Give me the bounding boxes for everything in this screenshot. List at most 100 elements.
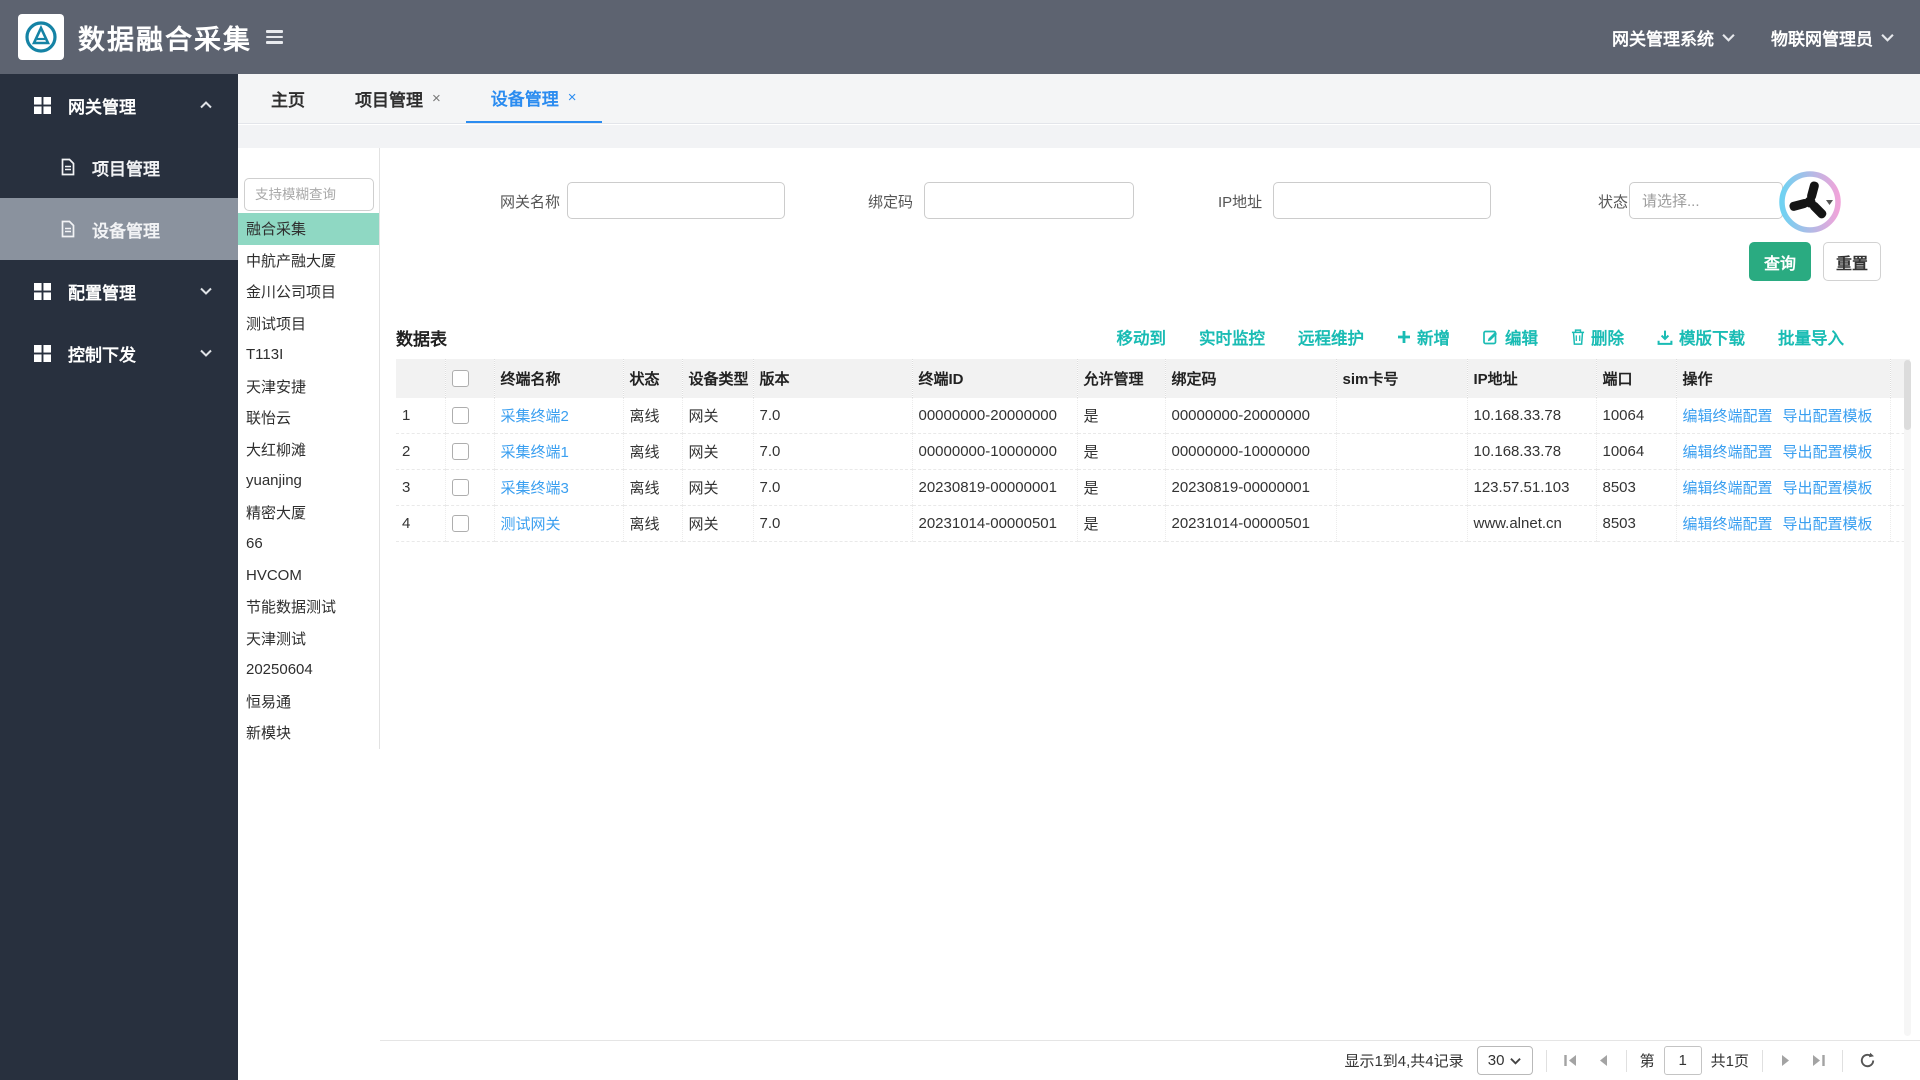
ip-address-input[interactable] <box>1273 182 1491 219</box>
project-list: 融合采集 中航产融大厦 金川公司项目 测试项目 T113I 天津安捷 联怡云 大红柳滩 yuan… <box>238 213 379 749</box>
sidebar-item-label: 项目管理 <box>92 159 160 179</box>
toolbar-edit-button[interactable]: 编辑 <box>1483 325 1538 349</box>
terminal-name-link[interactable]: 采集终端2 <box>501 408 569 425</box>
refresh-button[interactable] <box>1856 1050 1878 1072</box>
toolbar-action-button[interactable]: 移动到 <box>1117 325 1167 349</box>
sidebar-item-0-0[interactable]: 项目管理 <box>0 136 238 198</box>
system-menu[interactable]: 网关管理系统 <box>1612 25 1735 50</box>
edit-terminal-config-link[interactable]: 编辑终端配置 <box>1683 441 1773 462</box>
terminal-name-link[interactable]: 采集终端3 <box>501 480 569 497</box>
export-config-template-link[interactable]: 导出配置模板 <box>1783 405 1873 426</box>
binding-code-input[interactable] <box>924 182 1134 219</box>
project-item[interactable]: 新模块 <box>238 717 379 749</box>
next-page-button[interactable] <box>1776 1050 1798 1072</box>
row-checkbox[interactable] <box>451 443 469 460</box>
project-list-panel: 融合采集中航产融大厦金川公司项目测试项目T113I天津安捷联怡云大红柳滩yuan… <box>238 148 380 749</box>
project-item[interactable]: 天津测试 <box>238 623 379 655</box>
status-select[interactable]: 请选择... <box>1629 182 1783 219</box>
column-header[interactable]: 终端ID <box>912 359 1078 398</box>
select-all-checkbox[interactable] <box>451 370 469 387</box>
sidebar-group-0[interactable]: 网关管理 <box>0 74 238 136</box>
column-header[interactable]: 状态 <box>623 359 683 398</box>
project-item[interactable]: 66 <box>238 528 379 560</box>
cell-terminal-id: 20230819-00000001 <box>912 469 1078 506</box>
sidebar-item-0-1[interactable]: 设备管理 <box>0 198 238 260</box>
tab-label: 项目管理 <box>355 91 423 110</box>
column-header[interactable]: 操作 <box>1676 359 1891 398</box>
column-header[interactable]: 端口 <box>1596 359 1677 398</box>
export-config-template-link[interactable]: 导出配置模板 <box>1783 441 1873 462</box>
tab-1[interactable]: 项目管理 × <box>330 74 466 123</box>
column-header[interactable]: 允许管理 <box>1077 359 1166 398</box>
project-item[interactable]: yuanjing <box>238 465 379 497</box>
terminal-name-link[interactable]: 测试网关 <box>501 516 561 533</box>
column-header[interactable]: 版本 <box>753 359 913 398</box>
sidebar-group-label: 控制下发 <box>68 345 136 365</box>
toolbar-action-button[interactable]: 远程维护 <box>1298 325 1364 349</box>
toolbar-action-button[interactable]: 实时监控 <box>1199 325 1265 349</box>
project-item[interactable]: 联怡云 <box>238 402 379 434</box>
toolbar-action-button[interactable]: 批量导入 <box>1778 325 1844 349</box>
export-config-template-link[interactable]: 导出配置模板 <box>1783 477 1873 498</box>
status-select-placeholder: 请选择... <box>1642 193 1700 210</box>
project-item[interactable]: 金川公司项目 <box>238 276 379 308</box>
project-item[interactable]: 测试项目 <box>238 308 379 340</box>
cell-version: 7.0 <box>753 398 913 434</box>
sidebar-group-1[interactable]: 配置管理 <box>0 260 238 322</box>
tabbar-separator <box>238 125 1920 148</box>
export-config-template-link[interactable]: 导出配置模板 <box>1783 513 1873 534</box>
query-button[interactable]: 查询 <box>1749 242 1811 281</box>
edit-terminal-config-link[interactable]: 编辑终端配置 <box>1683 477 1773 498</box>
tab-2[interactable]: 设备管理 × <box>465 74 602 123</box>
toolbar-trash-button[interactable]: 删除 <box>1571 325 1624 349</box>
index-column-header <box>396 359 446 398</box>
project-item[interactable]: 大红柳滩 <box>238 434 379 466</box>
binding-code-label: 绑定码 <box>868 194 914 211</box>
project-item[interactable]: 20250604 <box>238 654 379 686</box>
column-header[interactable]: 设备类型 <box>682 359 754 398</box>
project-item[interactable]: 中航产融大厦 <box>238 245 379 277</box>
column-header[interactable]: IP地址 <box>1467 359 1597 398</box>
sidebar-group-2[interactable]: 控制下发 <box>0 322 238 384</box>
app-title: 数据融合采集 <box>78 24 252 55</box>
project-item[interactable]: 恒易通 <box>238 686 379 718</box>
toolbar-plus-button[interactable]: 新增 <box>1397 325 1450 349</box>
reset-button[interactable]: 重置 <box>1823 242 1881 281</box>
edit-terminal-config-link[interactable]: 编辑终端配置 <box>1683 513 1773 534</box>
project-search-input[interactable] <box>244 178 374 211</box>
assistant-badge-icon[interactable] <box>1778 170 1842 234</box>
row-checkbox[interactable] <box>451 479 469 496</box>
cell-name: 采集终端1 <box>494 433 624 470</box>
cell-name: 采集终端2 <box>494 398 624 434</box>
user-menu[interactable]: 物联网管理员 <box>1771 25 1894 50</box>
project-item[interactable]: HVCOM <box>238 560 379 592</box>
project-item[interactable]: 天津安捷 <box>238 371 379 403</box>
row-checkbox[interactable] <box>451 407 469 424</box>
menu-toggle-icon[interactable] <box>266 30 283 44</box>
column-header[interactable]: 终端名称 <box>494 359 624 398</box>
toolbar-button-label: 编辑 <box>1505 330 1538 348</box>
tab-label: 设备管理 <box>490 90 559 109</box>
close-tab-icon[interactable]: × <box>568 89 577 106</box>
toolbar-download-button[interactable]: 模版下载 <box>1657 325 1745 349</box>
cell-status: 离线 <box>623 505 683 542</box>
table-scrollbar[interactable] <box>1904 360 1911 1036</box>
column-header[interactable]: sim卡号 <box>1336 359 1468 398</box>
tab-0[interactable]: 主页 <box>246 74 330 123</box>
close-tab-icon[interactable]: × <box>432 90 441 107</box>
last-page-button[interactable] <box>1807 1050 1829 1072</box>
prev-page-button[interactable] <box>1591 1050 1613 1072</box>
project-item[interactable]: 节能数据测试 <box>238 591 379 623</box>
first-page-button[interactable] <box>1560 1050 1582 1072</box>
terminal-name-link[interactable]: 采集终端1 <box>501 444 569 461</box>
project-item[interactable]: 精密大厦 <box>238 497 379 529</box>
edit-terminal-config-link[interactable]: 编辑终端配置 <box>1683 405 1773 426</box>
gateway-name-input[interactable] <box>567 182 785 219</box>
project-item[interactable]: 融合采集 <box>238 213 379 245</box>
column-header[interactable]: 绑定码 <box>1165 359 1337 398</box>
cell-ip: 10.168.33.78 <box>1467 433 1597 470</box>
project-item[interactable]: T113I <box>238 339 379 371</box>
page-number-input[interactable] <box>1663 1046 1702 1075</box>
row-checkbox[interactable] <box>451 515 469 532</box>
page-size-select[interactable]: 30 <box>1476 1046 1533 1075</box>
